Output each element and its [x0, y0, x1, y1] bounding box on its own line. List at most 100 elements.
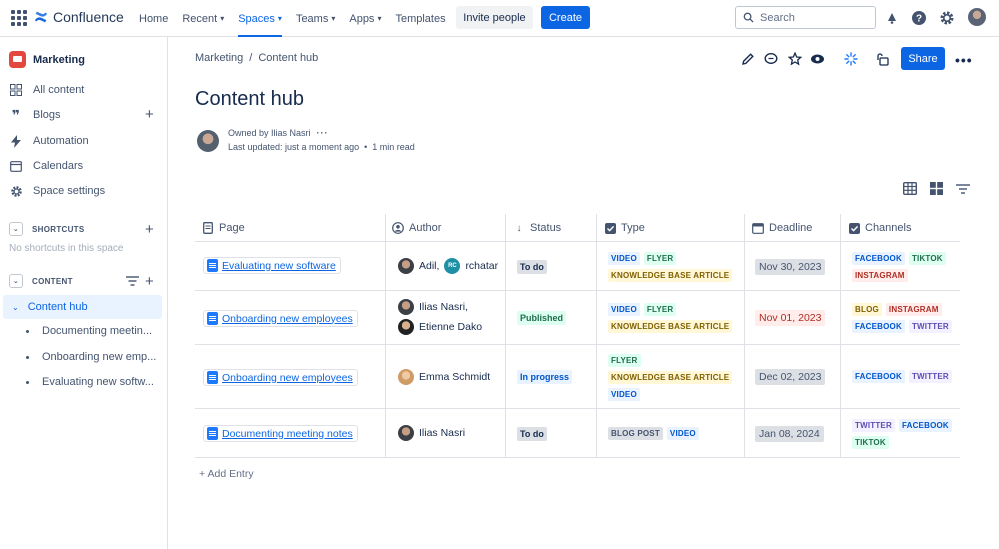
settings-gear-icon[interactable]: [938, 9, 956, 27]
author-avatar[interactable]: [398, 425, 414, 441]
column-header-type[interactable]: Type: [604, 214, 645, 242]
tree-item-label: Evaluating new softw...: [42, 376, 154, 388]
owner-avatar[interactable]: [197, 130, 219, 152]
nav-spaces[interactable]: Spaces ▾: [238, 0, 282, 37]
nav-teams[interactable]: Teams ▾: [296, 0, 335, 37]
add-blog-icon[interactable]: +: [145, 107, 154, 122]
column-header-channels[interactable]: Channels: [848, 214, 911, 242]
tree-item-content-hub[interactable]: ⌄ Content hub: [3, 295, 162, 319]
user-avatar[interactable]: [968, 8, 986, 26]
edit-pencil-icon[interactable]: [741, 48, 755, 70]
page-link[interactable]: Documenting meeting notes: [203, 425, 358, 442]
space-name: Marketing: [33, 53, 85, 66]
watch-eye-icon[interactable]: [810, 48, 825, 70]
breadcrumb-item[interactable]: Content hub: [258, 52, 318, 64]
deadline-date[interactable]: Nov 30, 2023: [755, 259, 826, 275]
channel-tags: TWITTER FACEBOOK TIKTOK: [852, 419, 957, 449]
deadline-date-overdue[interactable]: Nov 01, 2023: [755, 310, 826, 326]
sidebar-item-all-content[interactable]: All content: [9, 83, 84, 97]
space-header[interactable]: Marketing: [9, 51, 85, 68]
column-header-page[interactable]: Page: [202, 214, 245, 242]
search-input[interactable]: Search: [735, 6, 876, 29]
author-avatar[interactable]: [398, 299, 414, 315]
filter-icon[interactable]: [126, 274, 139, 292]
nav-recent[interactable]: Recent ▾: [182, 0, 224, 37]
column-header-status[interactable]: ↓ Status: [513, 214, 562, 242]
sidebar-item-label: Automation: [33, 135, 89, 147]
page-link[interactable]: Onboarding new employees: [203, 310, 358, 327]
create-button[interactable]: Create: [541, 6, 590, 29]
breadcrumb-item[interactable]: Marketing: [195, 52, 243, 64]
deadline-date[interactable]: Dec 02, 2023: [755, 369, 826, 385]
more-actions-icon[interactable]: •••: [955, 52, 973, 68]
share-button[interactable]: Share: [901, 47, 945, 70]
separator-dot: •: [364, 142, 368, 152]
channel-tag: INSTAGRAM: [885, 303, 942, 316]
app-name: Confluence: [53, 9, 124, 25]
chevron-down-icon: ⌄: [12, 302, 19, 312]
svg-text:?: ?: [916, 14, 922, 25]
nav-apps-label: Apps: [349, 12, 375, 25]
sidebar-item-space-settings[interactable]: Space settings: [9, 184, 105, 198]
owner-line: Owned by Ilias Nasri ···: [228, 128, 329, 138]
column-header-author[interactable]: Author: [392, 214, 441, 242]
status-badge[interactable]: To do: [517, 427, 547, 441]
author-avatar[interactable]: [398, 319, 414, 335]
nav-teams-label: Teams: [295, 12, 329, 25]
status-badge[interactable]: In progress: [517, 370, 573, 384]
card-view-icon[interactable]: [930, 182, 944, 196]
search-placeholder: Search: [760, 11, 795, 24]
nav-recent-label: Recent: [182, 12, 218, 25]
confluence-logo[interactable]: Confluence: [34, 9, 124, 25]
add-shortcut-icon[interactable]: +: [145, 222, 154, 237]
help-icon[interactable]: ?: [910, 9, 928, 27]
tree-item-documenting[interactable]: Documenting meetin...: [26, 325, 152, 337]
column-header-deadline[interactable]: Deadline: [752, 214, 812, 242]
sidebar-item-blogs[interactable]: ❞ Blogs: [9, 107, 61, 123]
filter-icon[interactable]: [956, 182, 970, 196]
deadline-cell: Jan 08, 2024: [755, 426, 824, 442]
star-icon[interactable]: [788, 48, 802, 70]
page-link-text: Onboarding new employees: [222, 371, 353, 384]
author-avatar[interactable]: [398, 369, 414, 385]
author-avatar[interactable]: RC: [444, 258, 461, 274]
shortcuts-section-header[interactable]: ⌄ SHORTCUTS: [9, 222, 84, 236]
nav-home[interactable]: Home: [139, 0, 168, 37]
channel-tags: FACEBOOK TIKTOK INSTAGRAM: [852, 252, 957, 282]
add-content-icon[interactable]: +: [145, 274, 154, 289]
tree-item-evaluating[interactable]: Evaluating new softw...: [26, 376, 154, 388]
restrictions-unlock-icon[interactable]: [875, 48, 889, 70]
chevron-down-icon[interactable]: ⌄: [9, 274, 23, 288]
sidebar-item-automation[interactable]: Automation: [9, 134, 89, 148]
type-tag: KNOWLEDGE BASE ARTICLE: [608, 269, 733, 282]
channel-tag: TIKTOK: [908, 252, 946, 265]
author-avatar[interactable]: [398, 258, 414, 274]
add-entry-button[interactable]: + Add Entry: [199, 468, 254, 480]
nav-apps[interactable]: Apps ▾: [349, 0, 381, 37]
updated-text: Last updated: just a moment ago: [228, 142, 360, 152]
calendar-icon: [9, 159, 23, 173]
sidebar-item-calendars[interactable]: Calendars: [9, 159, 83, 173]
more-icon[interactable]: ···: [317, 128, 329, 138]
chevron-down-icon: ▾: [331, 14, 336, 23]
table-view-icon[interactable]: [902, 181, 918, 196]
chevron-down-icon[interactable]: ⌄: [9, 222, 23, 236]
deadline-date[interactable]: Jan 08, 2024: [755, 426, 824, 442]
notifications-icon[interactable]: [883, 9, 901, 27]
page-link[interactable]: Onboarding new employees: [203, 369, 358, 386]
type-tag: BLOG POST: [608, 427, 663, 440]
app-switcher-icon[interactable]: [11, 10, 27, 26]
comment-icon[interactable]: [764, 48, 778, 70]
status-badge[interactable]: To do: [517, 260, 547, 274]
read-time: 1 min read: [372, 142, 415, 152]
page-link[interactable]: Evaluating new software: [203, 257, 341, 274]
tree-item-onboarding[interactable]: Onboarding new emp...: [26, 351, 156, 363]
author-cell: Etienne Dako: [398, 319, 482, 335]
table-row: Onboarding new employees Emma Schmidt In…: [195, 345, 960, 409]
invite-people-button[interactable]: Invite people: [456, 6, 533, 29]
nav-templates[interactable]: Templates: [395, 0, 445, 37]
content-section-header[interactable]: ⌄ CONTENT: [9, 274, 73, 288]
shortcuts-empty-note: No shortcuts in this space: [9, 243, 124, 254]
primary-nav: Home Recent ▾ Spaces ▾ Teams ▾ Apps ▾ Templa…: [139, 0, 446, 37]
status-badge[interactable]: Published: [517, 311, 567, 325]
